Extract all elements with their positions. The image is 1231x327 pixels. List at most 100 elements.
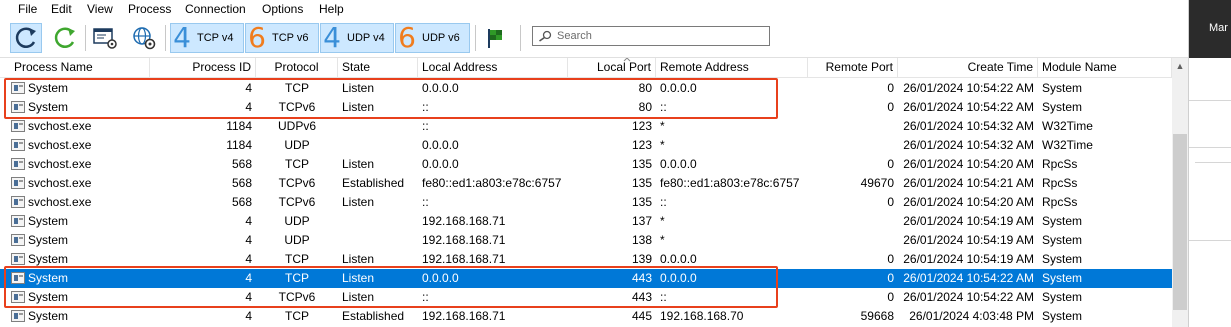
cell-process-id: 1184 [226, 138, 252, 152]
cell-process-name: svchost.exe [28, 176, 92, 190]
cell-state [338, 231, 418, 250]
column-header-process-id[interactable]: Process ID [150, 58, 256, 77]
cell-module-name: System [1042, 100, 1083, 114]
table-row[interactable]: System 4 UDP 192.168.168.71 137 * 26/01/2024 1… [0, 212, 1172, 231]
cell-protocol: UDP [284, 233, 310, 247]
table-row[interactable]: svchost.exe 568 TCP Listen 0.0.0.0 135 0.0.0.0… [0, 155, 1172, 174]
menu-file[interactable]: File [18, 1, 37, 17]
menu-process[interactable]: Process [128, 1, 171, 17]
refresh-icon [54, 27, 75, 48]
cell-remote-address: fe80::ed1:a803:e78c:6757 [660, 176, 800, 190]
cell-local-port: 445 [631, 309, 652, 323]
column-header-remote-address[interactable]: Remote Address [656, 58, 808, 77]
column-header-process-name[interactable]: Process Name [0, 58, 150, 77]
background-window-title: Mar [1209, 22, 1228, 34]
column-header-protocol[interactable]: Protocol [256, 58, 338, 77]
cell-remote-port [808, 231, 898, 250]
cell-remote-port: 0 [887, 290, 894, 304]
cell-create-time: 26/01/2024 4:03:48 PM [909, 309, 1034, 323]
cell-remote-address: 0.0.0.0 [660, 157, 697, 171]
cell-local-address: :: [422, 119, 429, 133]
tcp-v6-label: TCP v6 [272, 32, 309, 44]
listening-flag-button[interactable] [480, 23, 510, 53]
filter-tcp-v4-button[interactable]: 4 TCP v4 [170, 23, 244, 53]
cell-local-port: 138 [631, 233, 652, 247]
filter-udp-v6-button[interactable]: 6 UDP v6 [395, 23, 470, 53]
cell-local-address: 192.168.168.71 [422, 214, 506, 228]
cell-process-id: 4 [245, 233, 252, 247]
properties-button[interactable] [90, 23, 120, 53]
cell-remote-port: 0 [887, 271, 894, 285]
menu-edit[interactable]: Edit [51, 1, 72, 17]
menu-options[interactable]: Options [262, 1, 303, 17]
window-settings-icon [93, 28, 117, 49]
cell-state: Listen [342, 195, 375, 209]
column-header-module-name[interactable]: Module Name [1038, 58, 1172, 77]
cell-protocol: TCPv6 [278, 176, 316, 190]
flag-icon [488, 29, 502, 48]
cell-process-id: 4 [245, 214, 252, 228]
refresh-button[interactable] [50, 23, 80, 53]
cell-state: Listen [342, 157, 375, 171]
cell-local-address: 0.0.0.0 [422, 138, 459, 152]
filter-udp-v4-button[interactable]: 4 UDP v4 [320, 23, 394, 53]
cell-remote-port: 0 [887, 195, 894, 209]
cell-create-time: 26/01/2024 10:54:32 AM [903, 138, 1034, 152]
toolbar-separator [165, 25, 166, 51]
auto-refresh-button[interactable] [10, 23, 42, 53]
table-row[interactable]: svchost.exe 1184 UDPv6:: 123 * 26/01/2024 10:… [0, 117, 1172, 136]
column-header-state[interactable]: State [338, 58, 418, 77]
cell-create-time: 26/01/2024 10:54:20 AM [903, 157, 1034, 171]
udp-v6-icon: 6 [398, 21, 416, 54]
vertical-scrollbar[interactable]: ▲ [1172, 58, 1188, 327]
cell-protocol: TCPv6 [278, 195, 316, 209]
cell-remote-address: * [660, 138, 665, 152]
network-settings-button[interactable] [128, 23, 160, 53]
background-window: Mar [1188, 0, 1231, 327]
menu-help[interactable]: Help [319, 1, 344, 17]
cell-remote-address: * [660, 214, 665, 228]
table-row[interactable]: svchost.exe 1184 UDP 0.0.0.0 123 * 26/01/2024 … [0, 136, 1172, 155]
cell-local-address: 192.168.168.71 [422, 309, 506, 323]
cell-process-name: System [28, 214, 69, 228]
table-header: Process Name Process ID Protocol State L… [0, 58, 1172, 78]
menu-view[interactable]: View [87, 1, 113, 17]
cell-module-name: System [1042, 290, 1083, 304]
tcp-v4-icon: 4 [173, 21, 191, 54]
table-row[interactable]: svchost.exe 568 TCPv6 Listen:: 135:: 0 26/01/2… [0, 193, 1172, 212]
column-header-local-address[interactable]: Local Address [418, 58, 568, 77]
table-row[interactable]: System 4 UDP 192.168.168.71 138 * 26/01/2024 1… [0, 231, 1172, 250]
highlight-box-port-443 [4, 266, 778, 308]
toolbar-separator [475, 25, 476, 51]
cell-process-name: svchost.exe [28, 195, 92, 209]
filter-tcp-v6-button[interactable]: 6 TCP v6 [245, 23, 319, 53]
cell-create-time: 26/01/2024 10:54:21 AM [903, 176, 1034, 190]
cell-local-address: 192.168.168.71 [422, 233, 506, 247]
divider [1189, 240, 1231, 241]
menu-connection[interactable]: Connection [185, 1, 246, 17]
cell-create-time: 26/01/2024 10:54:19 AM [903, 233, 1034, 247]
column-header-create-time[interactable]: Create Time [898, 58, 1038, 77]
cell-remote-address: * [660, 233, 665, 247]
toolbar-separator [520, 25, 521, 51]
search-icon [539, 30, 552, 42]
local-port-label: Local Port [596, 60, 651, 74]
table-row[interactable]: System 4 TCP Established 192.168.168.71 445 19… [0, 307, 1172, 326]
cell-state: Established [342, 176, 405, 190]
cell-protocol: TCP [285, 309, 309, 323]
cell-module-name: System [1042, 214, 1083, 228]
column-header-remote-port[interactable]: Remote Port [808, 58, 898, 77]
tcp-v4-label: TCP v4 [197, 32, 234, 44]
divider [1189, 100, 1231, 101]
scrollbar-thumb[interactable] [1173, 134, 1187, 310]
cell-remote-port: 59668 [860, 309, 894, 323]
background-window-titlebar: Mar [1189, 0, 1231, 58]
scroll-up-arrow-icon[interactable]: ▲ [1172, 58, 1188, 74]
column-header-local-port[interactable]: Local Port [568, 58, 656, 77]
table-row[interactable]: svchost.exe 568 TCPv6 Established fe80::ed1:… [0, 174, 1172, 193]
cell-module-name: RpcSs [1042, 195, 1078, 209]
cell-protocol: TCP [285, 157, 309, 171]
search-input[interactable]: Search [532, 26, 770, 46]
cell-process-id: 568 [231, 176, 252, 190]
cell-local-address: :: [422, 195, 429, 209]
